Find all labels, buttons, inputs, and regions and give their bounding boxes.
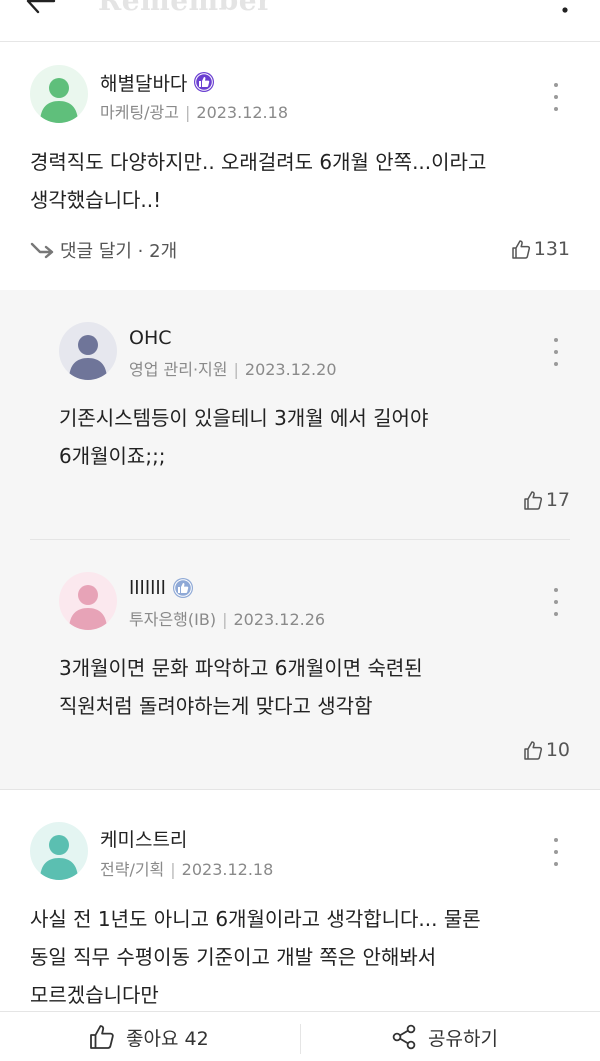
comment-item: 해별달바다 마케팅/광고 | 2023.12.18 경력직도 다양하지만.. 오래걸… xyxy=(0,43,600,290)
comment-text-line: 동일 직무 수평이동 기준이고 개발 쪽은 안해봐서 xyxy=(30,945,437,969)
comment-text: 사실 전 1년도 아니고 6개월이라고 생각합니다... 물론 동일 직무 수평… xyxy=(30,900,481,1014)
comment-date: 2023.12.18 xyxy=(196,103,288,122)
job-category: 투자은행(IB) xyxy=(129,610,217,629)
thumbs-up-badge-icon xyxy=(194,72,215,92)
divider xyxy=(300,1024,301,1054)
avatar[interactable] xyxy=(30,65,88,123)
user-avatar-icon xyxy=(30,65,88,123)
comment-date: 2023.12.20 xyxy=(244,360,337,379)
comment-text-line: 생각했습니다..! xyxy=(30,188,162,212)
more-options-icon[interactable] xyxy=(551,838,561,866)
comment-text-line: 사실 전 1년도 아니고 6개월이라고 생각합니다... 물론 xyxy=(30,907,481,931)
author-name[interactable]: OHC xyxy=(129,327,172,349)
comment-item: 케미스트리 전략/기획 | 2023.12.18 사실 전 1년도 아니고 6개월이… xyxy=(0,789,600,1011)
job-category: 마케팅/광고 xyxy=(100,103,179,122)
comment-text-line: 직원처럼 돌려야하는게 맞다고 생각함 xyxy=(59,694,373,718)
user-avatar-icon xyxy=(59,572,117,630)
comment-text-line: 기존시스템등이 있을테니 3개월 에서 길어야 xyxy=(59,406,429,430)
comment-meta: 전략/기획 | 2023.12.18 xyxy=(100,860,274,879)
comment-text-line: 3개월이면 문화 파악하고 6개월이면 숙련된 xyxy=(59,656,423,680)
reply-arrow-icon xyxy=(30,242,54,259)
like-post-button[interactable]: 좋아요 42 xyxy=(88,1012,209,1061)
like-button[interactable]: 17 xyxy=(522,487,570,513)
comment-text-line: 모르겠습니다만 xyxy=(30,983,159,1007)
like-count: 131 xyxy=(533,238,570,260)
share-label: 공유하기 xyxy=(428,1027,498,1050)
comment-text: 기존시스템등이 있을테니 3개월 에서 길어야 6개월이죠;;; xyxy=(59,399,428,475)
more-options-icon[interactable] xyxy=(551,83,561,111)
like-count: 17 xyxy=(545,489,570,511)
comment-meta: 마케팅/광고 | 2023.12.18 xyxy=(100,103,288,122)
user-avatar-icon xyxy=(59,322,117,380)
top-header: Remember xyxy=(0,0,600,42)
more-options-icon[interactable] xyxy=(551,338,561,366)
comment-date: 2023.12.18 xyxy=(181,860,274,879)
comment-text-line: 6개월이죠;;; xyxy=(59,444,166,468)
comment-date: 2023.12.26 xyxy=(233,610,326,629)
thumbs-up-icon xyxy=(511,240,530,259)
comment-meta: 영업 관리·지원 | 2023.12.20 xyxy=(129,360,337,379)
reply-button[interactable]: 댓글 달기 · 2개 xyxy=(30,237,177,263)
app-logo: Remember xyxy=(98,0,273,17)
more-options-icon[interactable] xyxy=(551,588,561,616)
like-button[interactable]: 131 xyxy=(510,236,570,262)
bottom-action-bar: 좋아요 42 공유하기 xyxy=(0,1011,600,1061)
avatar[interactable] xyxy=(59,572,117,630)
arrow-left-icon[interactable] xyxy=(24,0,58,16)
like-button[interactable]: 10 xyxy=(522,737,570,763)
thumbs-up-icon xyxy=(524,741,542,760)
comment-text-line: 경력직도 다양하지만.. 오래걸려도 6개월 안쪽...이라고 xyxy=(30,150,487,174)
author-name[interactable]: 해별달바다 xyxy=(100,69,187,96)
replies-section: OHC 영업 관리·지원 | 2023.12.20 기존시스템등이 있을테니 3개월… xyxy=(0,290,600,789)
more-vertical-icon[interactable] xyxy=(560,0,570,18)
job-category: 전략/기획 xyxy=(100,860,165,879)
user-avatar-icon xyxy=(30,822,88,880)
job-category: 영업 관리·지원 xyxy=(129,360,228,379)
avatar[interactable] xyxy=(59,322,117,380)
comment-text: 3개월이면 문화 파악하고 6개월이면 숙련된 직원처럼 돌려야하는게 맞다고 … xyxy=(59,649,423,725)
thumbs-up-badge-icon xyxy=(172,578,193,598)
like-post-label: 좋아요 42 xyxy=(126,1027,209,1050)
avatar[interactable] xyxy=(30,822,88,880)
share-button[interactable]: 공유하기 xyxy=(390,1012,498,1061)
reply-label: 댓글 달기 · 2개 xyxy=(60,241,178,262)
divider xyxy=(30,539,570,540)
author-name[interactable]: lllllll xyxy=(129,577,166,599)
comment-text: 경력직도 다양하지만.. 오래걸려도 6개월 안쪽...이라고 생각했습니다..… xyxy=(30,143,486,219)
share-icon xyxy=(392,1024,416,1050)
thumbs-up-icon xyxy=(524,491,542,510)
like-count: 10 xyxy=(545,739,570,761)
author-name[interactable]: 케미스트리 xyxy=(100,825,187,852)
thumbs-up-icon xyxy=(90,1025,114,1049)
comment-meta: 투자은행(IB) | 2023.12.26 xyxy=(129,610,326,629)
